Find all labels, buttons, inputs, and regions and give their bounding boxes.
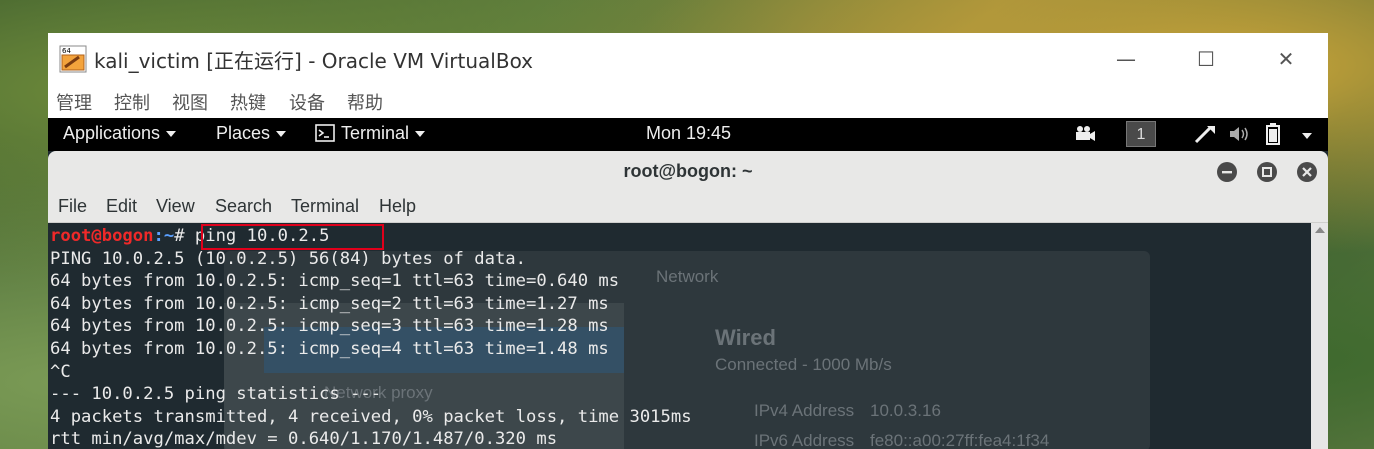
menu-hotkeys[interactable]: 热键 — [230, 89, 266, 115]
virtualbox-app-icon: 64 — [59, 45, 87, 73]
close-button[interactable]: ✕ — [1266, 43, 1306, 75]
volume-icon[interactable] — [1228, 125, 1250, 148]
prompt-path: :~ — [153, 226, 175, 246]
command-highlight-box — [201, 224, 384, 250]
background-wired-label: Wired — [715, 325, 776, 350]
background-ipv4-label: IPv4 Address — [754, 401, 855, 420]
chevron-down-icon — [166, 131, 177, 138]
terminal-output-line: ^C — [50, 361, 71, 382]
terminal-output-line: PING 10.0.2.5 (10.0.2.5) 56(84) bytes of… — [50, 248, 526, 269]
menu-devices[interactable]: 设备 — [289, 89, 325, 115]
terminal-output-line: 64 bytes from 10.0.2.5: icmp_seq=2 ttl=6… — [50, 293, 609, 314]
guest-screen: Applications Places Terminal Mon 19:45 1 — [48, 118, 1328, 449]
terminal-output-line: 64 bytes from 10.0.2.5: icmp_seq=1 ttl=6… — [50, 271, 620, 292]
background-ipv6-value: fe80::a00:27ff:fea4:1f34 — [870, 431, 1050, 449]
terminal-menu-search[interactable]: Search — [215, 196, 272, 217]
places-menu[interactable]: Places — [216, 123, 287, 144]
network-wired-icon[interactable] — [1193, 124, 1217, 149]
scroll-up-arrow-icon[interactable] — [1315, 227, 1325, 233]
chevron-down-icon — [276, 131, 287, 138]
terminal-menu-edit[interactable]: Edit — [106, 196, 137, 217]
terminal-output-area[interactable]: Network Wired Connected - 1000 Mb/s IPv4… — [48, 223, 1311, 449]
terminal-output-line: 4 packets transmitted, 4 received, 0% pa… — [50, 406, 692, 427]
terminal-menu-help[interactable]: Help — [379, 196, 416, 217]
applications-menu[interactable]: Applications — [63, 123, 177, 144]
video-camera-icon[interactable] — [1074, 124, 1096, 147]
maximize-button[interactable]: ☐ — [1186, 43, 1226, 75]
background-dialog-title: Network — [656, 267, 719, 286]
places-label: Places — [216, 123, 271, 143]
background-ipv6-label: IPv6 Address — [754, 431, 855, 449]
terminal-app-menu[interactable]: Terminal — [315, 123, 426, 144]
terminal-output-line: --- 10.0.2.5 ping statistics --- — [50, 384, 382, 405]
menu-control[interactable]: 控制 — [114, 89, 150, 115]
background-wired-status: Connected - 1000 Mb/s — [715, 355, 892, 374]
terminal-output-line: 64 bytes from 10.0.2.5: icmp_seq=4 ttl=6… — [50, 339, 609, 359]
prompt-user: root@bogon — [50, 226, 154, 246]
prompt-symbol: # — [174, 226, 195, 246]
terminal-title: root@bogon: ~ — [623, 161, 753, 181]
terminal-output-line: 64 bytes from 10.0.2.5: icmp_seq=3 ttl=6… — [50, 316, 609, 337]
workspace-indicator[interactable]: 1 — [1126, 121, 1156, 147]
background-ipv4-value: 10.0.3.16 — [870, 401, 941, 420]
terminal-output-line: rtt min/avg/max/mdev = 0.640/1.170/1.487… — [50, 429, 558, 449]
vbox-menubar: 管理 控制 视图 热键 设备 帮助 — [48, 85, 1328, 118]
terminal-window: root@bogon: ~ File Edit View Search Term… — [48, 151, 1328, 449]
terminal-menubar: File Edit View Search Terminal Help — [48, 192, 1328, 223]
terminal-menu-terminal[interactable]: Terminal — [291, 196, 359, 217]
vbox-titlebar[interactable]: 64 kali_victim [正在运行] - Oracle VM Virtua… — [48, 33, 1328, 85]
terminal-close-button[interactable] — [1297, 162, 1317, 182]
terminal-menu-file[interactable]: File — [58, 196, 87, 217]
clock[interactable]: Mon 19:45 — [646, 123, 731, 144]
menu-help[interactable]: 帮助 — [347, 89, 383, 115]
gnome-topbar: Applications Places Terminal Mon 19:45 1 — [48, 118, 1328, 151]
svg-text:64: 64 — [62, 47, 71, 55]
menu-manage[interactable]: 管理 — [56, 89, 92, 115]
minimize-button[interactable]: — — [1106, 43, 1146, 75]
terminal-app-label: Terminal — [341, 123, 410, 143]
window-title: kali_victim [正在运行] - Oracle VM VirtualBo… — [94, 49, 534, 73]
terminal-titlebar[interactable]: root@bogon: ~ — [48, 151, 1328, 192]
terminal-scrollbar[interactable] — [1311, 223, 1328, 449]
terminal-icon — [315, 124, 335, 142]
virtualbox-window: 64 kali_victim [正在运行] - Oracle VM Virtua… — [48, 33, 1328, 449]
chevron-down-icon — [415, 131, 426, 138]
menu-view[interactable]: 视图 — [172, 89, 208, 115]
terminal-menu-view[interactable]: View — [156, 196, 195, 217]
applications-label: Applications — [63, 123, 161, 143]
terminal-minimize-button[interactable] — [1217, 162, 1237, 182]
terminal-maximize-button[interactable] — [1257, 162, 1277, 182]
battery-icon[interactable] — [1266, 123, 1280, 150]
system-menu-chevron-icon[interactable] — [1296, 125, 1312, 146]
